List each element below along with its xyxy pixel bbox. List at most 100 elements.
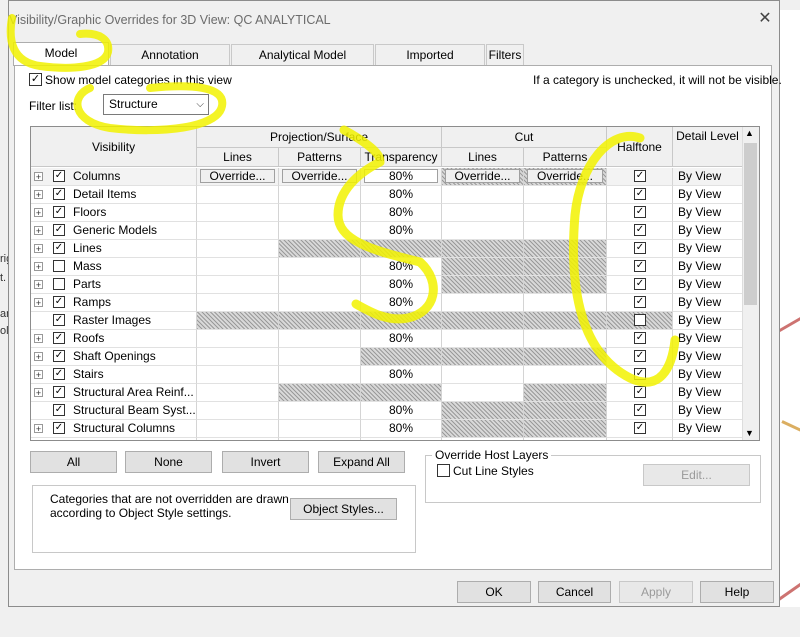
category-checkbox[interactable]: ✓	[53, 350, 65, 362]
cell-projection-patterns[interactable]	[279, 402, 361, 420]
cell-detail-level[interactable]: By View	[673, 258, 743, 276]
cell-halftone[interactable]: ✓	[607, 402, 673, 420]
table-row[interactable]: ✓ Structural Beam Syst... 80% ✓ By View	[31, 402, 743, 420]
table-row[interactable]: + ✓ Ramps 80% ✓ By View	[31, 294, 743, 312]
tab-analytical-model-categories[interactable]: Analytical Model Categories	[231, 44, 374, 82]
expand-icon[interactable]: +	[34, 388, 43, 398]
cell-halftone[interactable]: ✓	[607, 384, 673, 402]
cell-cut-lines[interactable]	[442, 366, 524, 384]
cell-cut-lines[interactable]	[442, 276, 524, 294]
expand-icon[interactable]: +	[34, 334, 43, 344]
halftone-checkbox[interactable]: ✓	[634, 260, 646, 272]
scrollbar-thumb[interactable]	[744, 143, 757, 305]
cell-projection-patterns[interactable]	[279, 366, 361, 384]
halftone-checkbox[interactable]: ✓	[634, 206, 646, 218]
cell-halftone[interactable]: ✓	[607, 240, 673, 258]
table-row[interactable]: + ✓ Generic Models 80% ✓ By View	[31, 222, 743, 240]
cell-detail-level[interactable]: By View	[673, 276, 743, 294]
cell-projection-patterns[interactable]	[279, 294, 361, 312]
cancel-button[interactable]: Cancel	[538, 581, 611, 603]
show-categories-checkbox[interactable]: ✓	[29, 73, 42, 86]
category-checkbox[interactable]: ✓	[53, 422, 65, 434]
expand-icon[interactable]: +	[34, 424, 43, 434]
cell-transparency[interactable]	[361, 348, 442, 366]
category-checkbox[interactable]	[53, 260, 65, 272]
cell-detail-level[interactable]: By View	[673, 312, 743, 330]
table-row[interactable]: +✓Structural Connecti...80%By View	[31, 438, 743, 441]
cell-detail-level[interactable]: By View	[673, 438, 743, 440]
table-row[interactable]: + ✓ Shaft Openings ✓ By View	[31, 348, 743, 366]
cell-detail-level[interactable]: By View	[673, 240, 743, 258]
cell-projection-patterns[interactable]	[279, 204, 361, 222]
expand-icon[interactable]: +	[34, 262, 43, 272]
cell-halftone[interactable]: ✓	[607, 276, 673, 294]
category-checkbox[interactable]: ✓	[53, 440, 65, 441]
cell-projection-patterns[interactable]	[279, 330, 361, 348]
cell-projection-patterns[interactable]	[279, 240, 361, 258]
cell-transparency[interactable]: 80%	[361, 420, 442, 438]
cell-cut-lines[interactable]	[442, 258, 524, 276]
table-row[interactable]: + ✓ Structural Area Reinf... ✓ By View	[31, 384, 743, 402]
cell-projection-patterns[interactable]	[279, 438, 361, 440]
halftone-checkbox[interactable]: ✓	[634, 224, 646, 236]
cell-projection-lines[interactable]	[197, 222, 279, 240]
cell-cut-lines[interactable]	[442, 204, 524, 222]
cell-cut-patterns[interactable]	[524, 348, 607, 366]
edit-button[interactable]: Edit...	[643, 464, 750, 486]
category-checkbox[interactable]: ✓	[53, 206, 65, 218]
table-row[interactable]: + ✓ Structural Columns 80% ✓ By View	[31, 420, 743, 438]
cell-halftone[interactable]: ✓	[607, 168, 673, 186]
cell-transparency[interactable]: 80%	[361, 276, 442, 294]
all-button[interactable]: All	[30, 451, 117, 473]
cell-transparency[interactable]	[361, 240, 442, 258]
halftone-checkbox[interactable]: ✓	[634, 332, 646, 344]
cell-halftone[interactable]: ✓	[607, 204, 673, 222]
table-row[interactable]: + Mass 80% ✓ By View	[31, 258, 743, 276]
cell-projection-lines[interactable]	[197, 384, 279, 402]
table-row[interactable]: + ✓ Columns ✓ By View Override... Override... O…	[31, 168, 743, 186]
cell-projection-lines[interactable]	[197, 312, 279, 330]
cell-projection-lines[interactable]	[197, 276, 279, 294]
cell-detail-level[interactable]: By View	[673, 366, 743, 384]
expand-icon[interactable]: +	[34, 352, 43, 362]
cell-detail-level[interactable]: By View	[673, 420, 743, 438]
cell-projection-patterns[interactable]	[279, 348, 361, 366]
cell-detail-level[interactable]: By View	[673, 402, 743, 420]
cell-cut-patterns[interactable]	[524, 294, 607, 312]
table-row[interactable]: + ✓ Detail Items 80% ✓ By View	[31, 186, 743, 204]
cell-halftone[interactable]: ✓	[607, 348, 673, 366]
cell-detail-level[interactable]: By View	[673, 168, 743, 186]
cell-transparency[interactable]: 80%	[361, 294, 442, 312]
expand-icon[interactable]: +	[34, 370, 43, 380]
cell-halftone[interactable]: ✓	[607, 294, 673, 312]
cell-cut-patterns[interactable]	[524, 186, 607, 204]
halftone-checkbox[interactable]: ✓	[634, 170, 646, 182]
cell-cut-patterns[interactable]	[524, 384, 607, 402]
cell-halftone[interactable]: ✓	[607, 222, 673, 240]
category-checkbox[interactable]: ✓	[53, 332, 65, 344]
table-row[interactable]: ✓ Raster Images By View	[31, 312, 743, 330]
expand-all-button[interactable]: Expand All	[318, 451, 405, 473]
halftone-checkbox[interactable]	[634, 440, 646, 441]
cell-halftone[interactable]	[607, 312, 673, 330]
cell-cut-lines[interactable]	[442, 348, 524, 366]
cell-projection-lines[interactable]	[197, 348, 279, 366]
cell-cut-patterns[interactable]	[524, 366, 607, 384]
cell-cut-patterns[interactable]	[524, 258, 607, 276]
cell-cut-lines[interactable]	[442, 240, 524, 258]
table-row[interactable]: + ✓ Floors 80% ✓ By View	[31, 204, 743, 222]
expand-icon[interactable]: +	[34, 190, 43, 200]
halftone-checkbox[interactable]: ✓	[634, 242, 646, 254]
cell-transparency[interactable]: 80%	[361, 330, 442, 348]
cut-line-styles-checkbox[interactable]	[437, 464, 450, 477]
cell-detail-level[interactable]: By View	[673, 294, 743, 312]
cell-detail-level[interactable]: By View	[673, 204, 743, 222]
halftone-checkbox[interactable]: ✓	[634, 350, 646, 362]
cell-cut-lines[interactable]	[442, 438, 524, 440]
halftone-checkbox[interactable]: ✓	[634, 368, 646, 380]
cell-projection-lines[interactable]	[197, 186, 279, 204]
category-checkbox[interactable]: ✓	[53, 242, 65, 254]
table-row[interactable]: + Parts 80% ✓ By View	[31, 276, 743, 294]
tab-filters[interactable]: Filters	[486, 44, 524, 65]
expand-icon[interactable]: +	[34, 298, 43, 308]
